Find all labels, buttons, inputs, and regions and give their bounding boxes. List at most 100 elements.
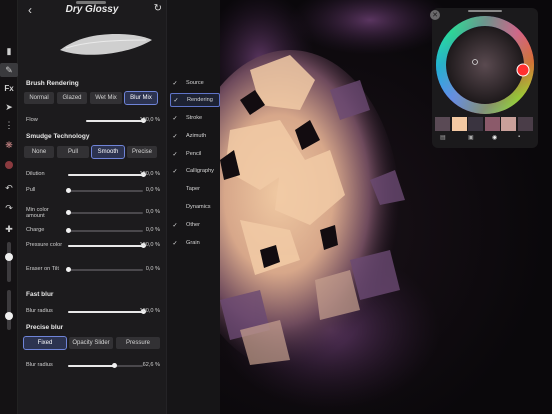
precise-fixed-button[interactable]: Fixed [23,336,67,350]
tool-strip: ▮ ✎ Fx ➤ ⋮ ❋ ↶ ↷ ✚ [0,0,18,414]
precise-blur-heading: Precise blur [26,324,64,331]
more-icon[interactable]: ⋮ [0,118,18,132]
min-color-amount-slider-row: Min color amount 0,0 % [26,205,160,221]
reset-icon[interactable]: ↻ [154,3,162,14]
color-swatch-icon[interactable] [0,158,18,172]
min-color-amount-slider[interactable] [68,212,143,214]
smudge-precise-button[interactable]: Precise [127,146,157,158]
charge-slider-row: Charge 0,0 % [26,225,160,237]
mode-wet-mix-button[interactable]: Wet Mix [90,92,122,104]
check-icon: ✓ [172,80,178,87]
fast-blur-radius-label: Blur radius [26,308,53,314]
transform-icon[interactable]: ✚ [0,222,18,236]
dilution-value: 100,0 % [139,171,160,177]
eraser-on-tilt-slider[interactable] [68,269,143,271]
category-grain[interactable]: ✓ Grain [170,236,220,250]
category-label: Other [186,222,200,228]
eraser-icon[interactable]: ▮ [0,44,18,58]
brush-size-slider[interactable] [7,242,11,282]
charge-slider-knob[interactable] [65,228,71,233]
charge-label: Charge [26,227,45,233]
undo-icon[interactable]: ↶ [0,181,18,195]
category-dynamics[interactable]: Dynamics [170,200,220,214]
mode-blur-mix-button[interactable]: Blur Mix [124,91,158,105]
category-azimuth[interactable]: ✓ Azimuth [170,129,220,143]
mode-glazed-button[interactable]: Glazed [57,92,87,104]
selection-icon[interactable]: ➤ [0,100,18,114]
recent-color-swatch[interactable] [517,117,533,131]
panel-header: ‹ Dry Glossy ↻ [18,0,166,22]
min-color-amount-value: 0,0 % [145,209,160,215]
eraser-on-tilt-label: Eraser on Tilt [26,266,59,272]
smudge-none-button[interactable]: None [24,146,54,158]
category-stroke[interactable]: ✓ Stroke [170,111,220,125]
check-icon: ✓ [172,240,178,247]
min-color-amount-slider-knob[interactable] [65,210,71,215]
category-label: Stroke [186,115,203,121]
flow-slider-fill [86,120,143,122]
fast-blur-heading: Fast blur [26,291,54,298]
hue-ring-knob[interactable] [516,63,530,77]
precise-blur-radius-slider-fill [68,365,115,367]
category-rendering[interactable]: ✓ Rendering [170,93,220,107]
smudge-pull-button[interactable]: Pull [57,146,89,158]
brush-title: Dry Glossy [65,4,119,15]
color-wheel[interactable] [432,12,538,118]
precise-pressure-button[interactable]: Pressure [116,337,160,349]
pressure-color-slider-fill [68,245,143,247]
category-label: Azimuth [186,133,207,139]
fx-icon[interactable]: Fx [0,81,18,95]
recent-color-swatch[interactable] [501,117,516,131]
fast-blur-radius-value: 100,0 % [139,308,160,314]
palette-icon[interactable]: ▪ [518,134,520,140]
smudge-smooth-button[interactable]: Smooth [91,145,125,159]
check-icon: ✓ [172,168,178,175]
brush-opacity-slider[interactable] [7,290,11,330]
color-picker-icon[interactable]: ❋ [0,138,18,152]
pressure-color-label: Pressure color [26,242,63,248]
flow-value: 100,0 % [139,117,160,123]
brush-icon[interactable]: ✎ [0,63,18,77]
dilution-slider-fill [68,174,143,176]
category-label: Calligraphy [186,168,214,174]
eraser-on-tilt-slider-knob[interactable] [65,267,71,272]
layers-icon[interactable]: ▣ [468,134,474,141]
precise-opacity-slider-button[interactable]: Opacity Slider [69,337,113,349]
flow-slider-row: Flow 100,0 % [26,115,160,127]
category-other[interactable]: ✓ Other [170,218,220,232]
swatch-grid-icon[interactable]: ▤ [440,134,446,141]
category-pencil[interactable]: ✓ Pencil [170,147,220,161]
pull-value: 0,0 % [145,187,160,193]
category-taper[interactable]: Taper [170,182,220,196]
color-wheel-icon[interactable]: ◉ [492,134,497,141]
pull-slider[interactable] [68,190,143,192]
mode-normal-button[interactable]: Normal [24,92,54,104]
brush-settings-panel: ‹ Dry Glossy ↻ Brush Rendering Normal Gl… [18,0,166,414]
recent-color-swatch[interactable] [451,117,467,131]
category-calligraphy[interactable]: ✓ Calligraphy [170,164,220,178]
charge-slider[interactable] [68,230,143,232]
category-source[interactable]: ✓ Source [170,76,220,90]
brush-size-knob[interactable] [5,253,13,262]
category-label: Taper [186,186,200,192]
dilution-slider-row: Dilution 100,0 % [26,169,160,181]
category-label: Dynamics [186,204,211,210]
pull-label: Pull [26,187,36,193]
brush-rendering-heading: Brush Rendering [26,80,79,87]
recent-color-swatch[interactable] [435,117,450,131]
brush-opacity-knob[interactable] [5,312,13,320]
category-label: Rendering [187,97,213,103]
pressure-color-value: 100,0 % [139,242,160,248]
pull-slider-knob[interactable] [65,188,71,193]
precise-blur-radius-slider-knob[interactable] [112,363,118,368]
color-picker-panel: ✕ ▤ ▣ ◉ ▪ [430,8,538,148]
redo-icon[interactable]: ↷ [0,201,18,215]
check-icon: ✓ [172,151,178,158]
fx-label: Fx [4,83,14,93]
category-label: Grain [186,240,200,246]
flow-label: Flow [26,117,38,123]
precise-blur-mode-group: Fixed Opacity Slider Pressure [23,336,160,350]
recent-color-swatch[interactable] [484,117,500,131]
pressure-color-slider-row: Pressure color 100,0 % [26,240,160,252]
recent-color-swatch[interactable] [468,117,483,131]
